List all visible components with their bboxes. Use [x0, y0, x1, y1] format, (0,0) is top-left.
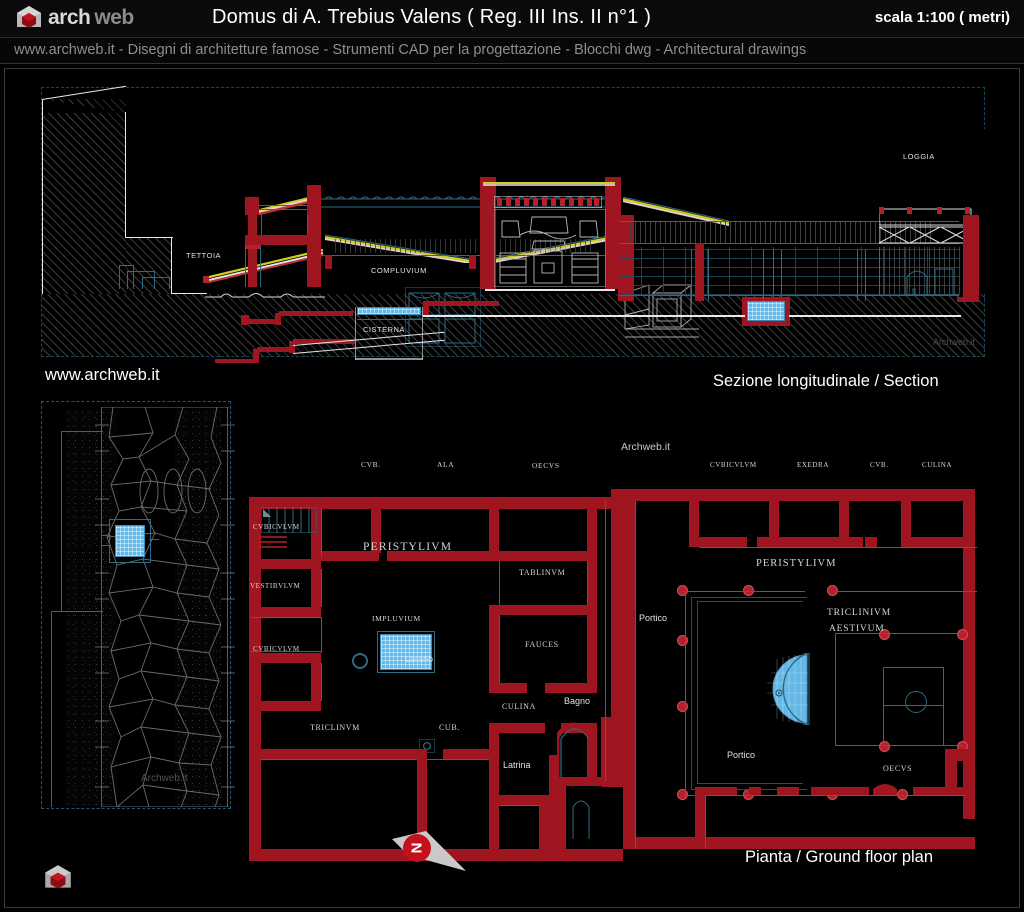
- archweb-drawing-page: arch web Domus di A. Trebius Valens ( Re…: [0, 0, 1024, 912]
- room-label-portico-2: Portico: [727, 750, 756, 760]
- archweb-hexagon-logo-bottom[interactable]: [42, 862, 74, 894]
- page-subheader: www.archweb.it - Disegni di architetture…: [0, 38, 1024, 64]
- section-label-cisterna: CISTERNA: [363, 325, 405, 334]
- room-label-bagno: Bagno: [564, 696, 591, 706]
- hexagon-house-icon: [14, 3, 44, 33]
- drawing-frame: TETTOIA COMPLUVIUM CISTERNA LOGGIA Archw…: [4, 68, 1020, 908]
- longitudinal-section-drawing: TETTOIA COMPLUVIUM CISTERNA LOGGIA Archw…: [5, 69, 1021, 369]
- room-label-latrina: Latrina: [503, 760, 531, 770]
- north-letter: N: [409, 843, 426, 854]
- page-header: arch web Domus di A. Trebius Valens ( Re…: [0, 0, 1024, 38]
- plan-watermark-mid: Archweb.it: [621, 441, 671, 453]
- plan-watermark-left: Archweb.it: [141, 773, 188, 784]
- section-site-url[interactable]: www.archweb.it: [45, 366, 160, 385]
- ground-floor-plan-drawing: Archweb.it Archweb.it: [5, 401, 1021, 861]
- scale-label: scala 1:100 ( metri): [874, 9, 1010, 26]
- logo-text-web: web: [94, 6, 134, 29]
- section-caption: Sezione longitudinale / Section: [713, 372, 939, 390]
- archweb-logo[interactable]: arch web: [14, 3, 134, 33]
- room-label-larario: Larario: [405, 654, 434, 664]
- room-label-portico-1: Portico: [639, 613, 668, 623]
- section-label-compluvium: COMPLUVIUM: [371, 266, 427, 275]
- section-watermark: Archweb.it: [933, 337, 976, 347]
- subheader-text: www.archweb.it - Disegni di architetture…: [14, 42, 807, 58]
- section-label-loggia: LOGGIA: [903, 152, 935, 161]
- section-label-tettoia: TETTOIA: [186, 251, 222, 260]
- plan-caption: Pianta / Ground floor plan: [745, 848, 934, 866]
- page-title: Domus di A. Trebius Valens ( Reg. III In…: [212, 6, 652, 28]
- logo-text-arch: arch: [48, 6, 91, 29]
- north-arrow-icon: N: [388, 827, 476, 879]
